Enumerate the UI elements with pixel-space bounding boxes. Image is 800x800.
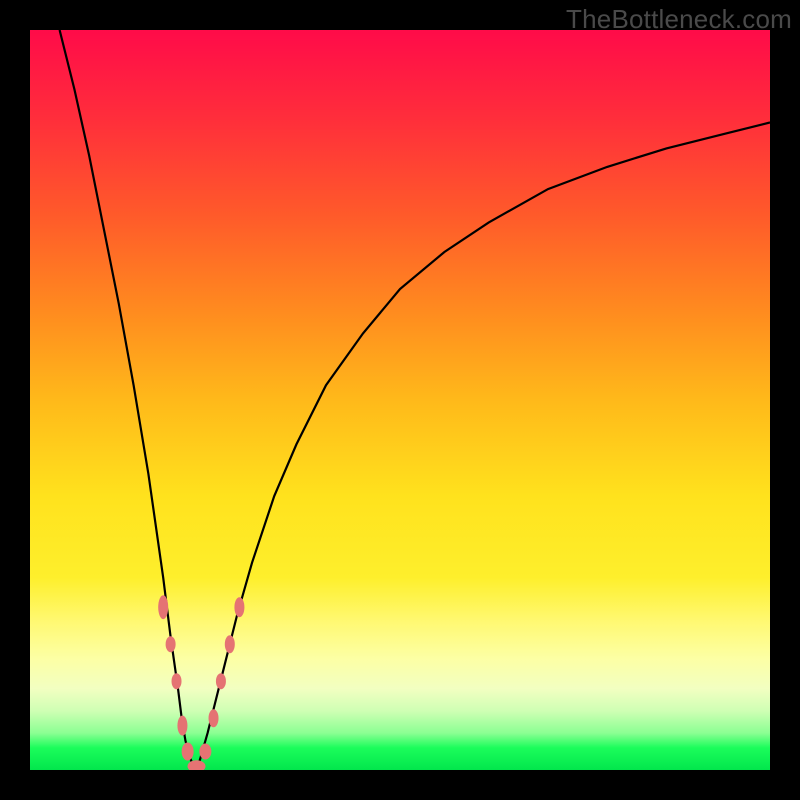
bead-marker xyxy=(182,743,194,761)
bead-marker xyxy=(177,716,187,736)
chart-container: TheBottleneck.com xyxy=(0,0,800,800)
bead-marker xyxy=(216,673,226,689)
bead-marker xyxy=(234,597,244,617)
curve-right-branch xyxy=(197,123,771,771)
bead-marker xyxy=(158,595,168,619)
bead-marker xyxy=(225,635,235,653)
curve-left-branch xyxy=(60,30,197,770)
curve-svg xyxy=(30,30,770,770)
bead-marker xyxy=(166,636,176,652)
bead-marker xyxy=(172,673,182,689)
bead-marker xyxy=(209,709,219,727)
bead-marker xyxy=(199,744,211,760)
plot-area xyxy=(30,30,770,770)
bead-group xyxy=(158,595,244,770)
bead-marker xyxy=(188,760,206,770)
